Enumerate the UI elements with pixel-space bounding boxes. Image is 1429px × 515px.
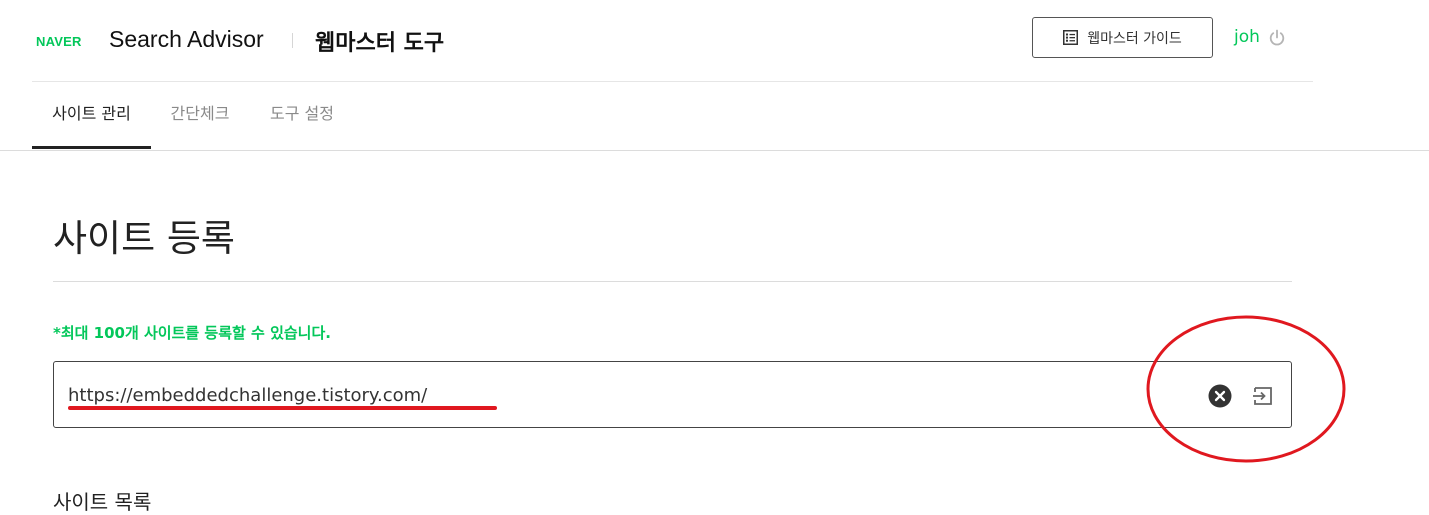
- list-doc-icon: [1063, 30, 1079, 45]
- product-name[interactable]: Search Advisor: [109, 26, 264, 53]
- naver-logo[interactable]: NAVER: [36, 34, 82, 49]
- webmaster-guide-label: 웹마스터 가이드: [1087, 30, 1182, 47]
- webmaster-guide-button[interactable]: 웹마스터 가이드: [1032, 17, 1213, 58]
- site-limit-notice: *최대 100개 사이트를 등록할 수 있습니다.: [53, 324, 331, 342]
- title-divider: [53, 281, 1292, 282]
- tab-site-management[interactable]: 사이트 관리: [32, 82, 151, 149]
- header: NAVER Search Advisor 웹마스터 도구 웹마스터 가이드 jo…: [32, 0, 1313, 82]
- tab-quick-check[interactable]: 간단체크: [160, 82, 240, 149]
- tab-tool-settings[interactable]: 도구 설정: [262, 82, 342, 149]
- power-icon[interactable]: [1268, 29, 1286, 47]
- enter-arrow-icon[interactable]: [1251, 384, 1275, 408]
- site-url-field: [53, 361, 1292, 428]
- red-underline-annotation: [68, 406, 497, 410]
- tool-title: 웹마스터 도구: [315, 31, 445, 56]
- brand-divider: [292, 33, 293, 48]
- user-name[interactable]: joh: [1234, 27, 1260, 47]
- tab-bar: 사이트 관리 간단체크 도구 설정: [0, 82, 1429, 151]
- site-list-heading: 사이트 목록: [53, 490, 152, 514]
- page-title: 사이트 등록: [53, 217, 235, 260]
- clear-x-circle-icon[interactable]: [1208, 384, 1232, 408]
